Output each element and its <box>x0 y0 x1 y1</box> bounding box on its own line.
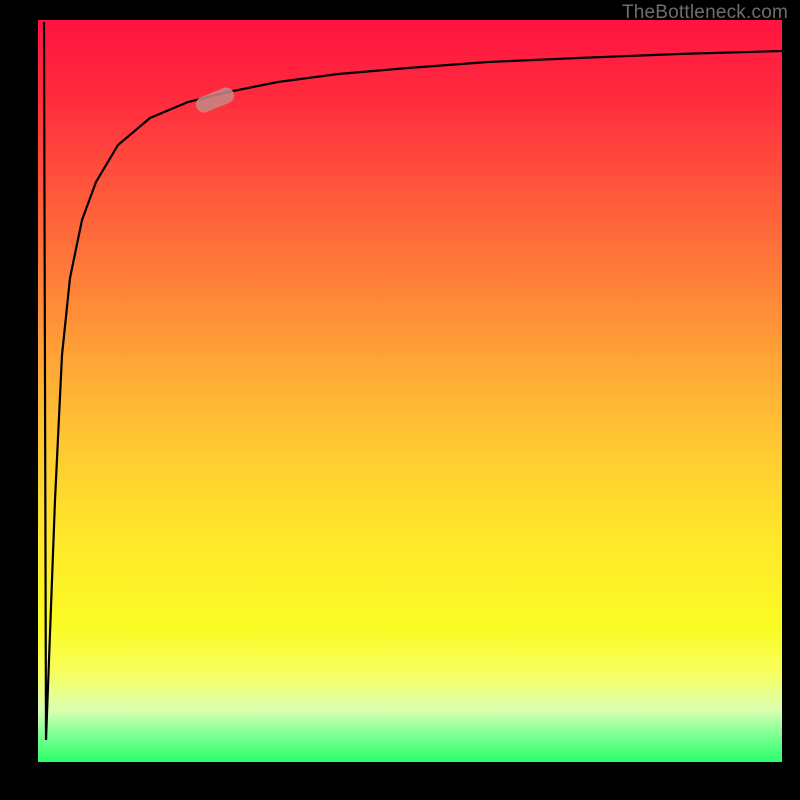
chart-gradient-area <box>38 20 782 762</box>
attribution-text: TheBottleneck.com <box>622 2 788 24</box>
chart-container: TheBottleneck.com <box>0 0 800 800</box>
